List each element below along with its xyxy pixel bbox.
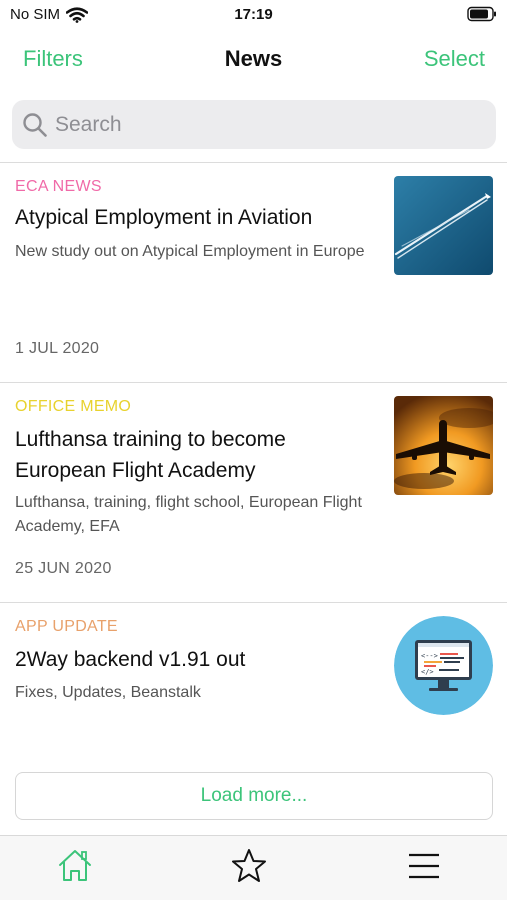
code-monitor-image: <--> </>: [394, 616, 493, 715]
status-time: 17:19: [234, 6, 273, 23]
article-title: Atypical Employment in Aviation: [15, 206, 313, 229]
article-card[interactable]: OFFICE MEMO Lufthansa training to become…: [0, 383, 507, 602]
svg-text:</>: </>: [421, 668, 434, 676]
article-summary: Fixes, Updates, Beanstalk: [15, 684, 201, 701]
status-bar: No SIM 17:19: [0, 0, 507, 30]
navigation-bar: Filters News Select: [0, 30, 507, 86]
tab-bar: [0, 835, 507, 900]
article-title: 2Way backend v1.91 out: [15, 648, 246, 671]
contrail-sky-image: [394, 176, 493, 275]
article-summary: New study out on Atypical Employment in …: [15, 243, 365, 260]
article-date: 1 JUL 2020: [15, 340, 100, 357]
select-button[interactable]: Select: [424, 46, 485, 72]
search-icon: [23, 112, 47, 137]
star-icon[interactable]: [229, 846, 269, 886]
article-category: OFFICE MEMO: [15, 398, 132, 415]
battery-icon: [467, 6, 496, 22]
article-card[interactable]: APP UPDATE 2Way backend v1.91 out Fixes,…: [0, 603, 507, 763]
article-summary: Lufthansa, training, flight school, Euro…: [15, 494, 362, 535]
search-bar[interactable]: [12, 100, 496, 149]
article-category: APP UPDATE: [15, 618, 118, 635]
home-icon[interactable]: [55, 846, 95, 886]
article-date: 25 JUN 2020: [15, 560, 112, 577]
article-category: ECA NEWS: [15, 178, 102, 195]
search-input[interactable]: [55, 112, 475, 137]
article-card[interactable]: ECA NEWS Atypical Employment in Aviation…: [0, 163, 507, 382]
article-title: Lufthansa training to become European Fl…: [15, 428, 286, 482]
svg-text:<-->: <-->: [421, 652, 438, 660]
airplane-sunset-image: [394, 396, 493, 495]
load-more-button[interactable]: Load more...: [15, 772, 493, 820]
menu-icon[interactable]: [404, 846, 444, 886]
